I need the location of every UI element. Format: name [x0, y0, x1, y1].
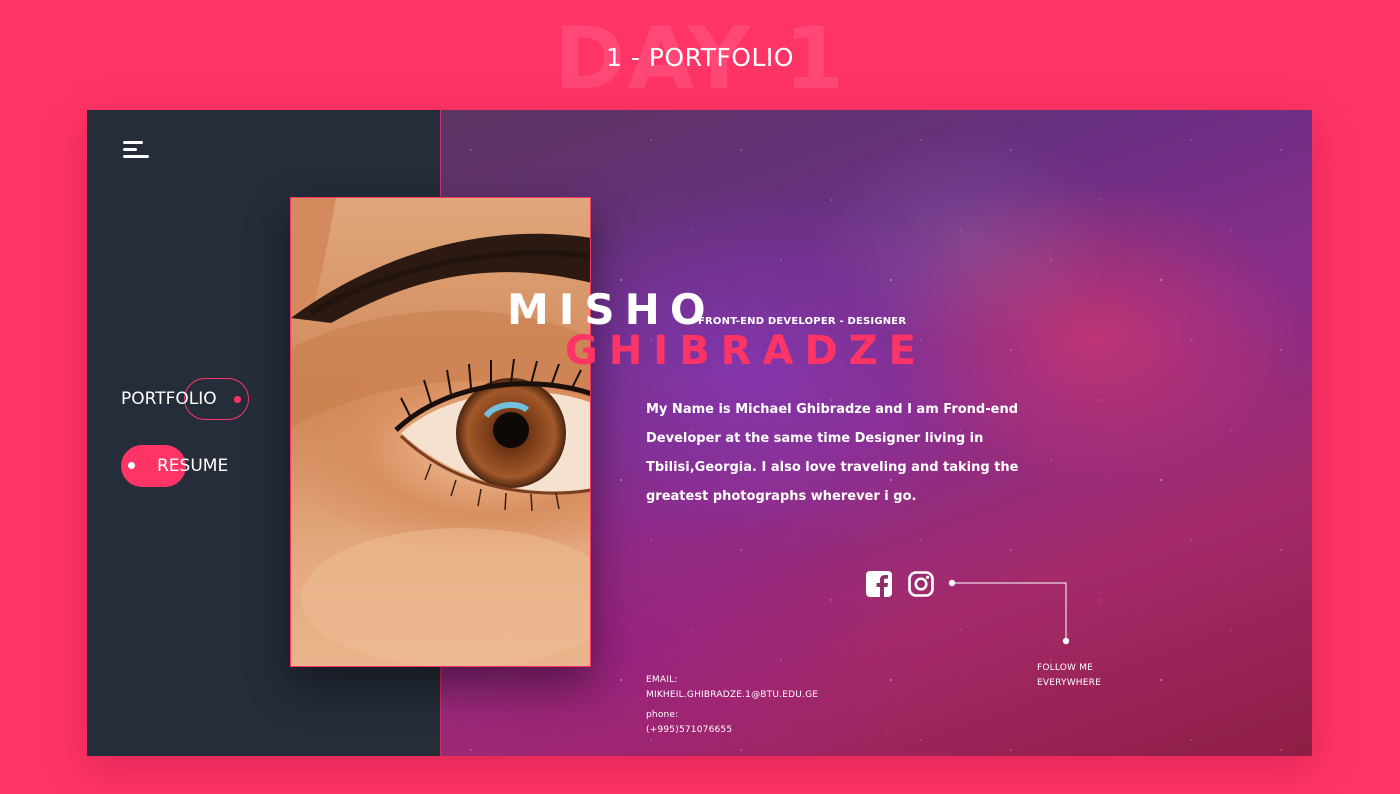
phone-value[interactable]: (+995)571076655: [646, 723, 818, 738]
hamburger-menu-icon[interactable]: [123, 141, 149, 159]
follow-caption-line1: FOLLOW ME: [1037, 663, 1094, 673]
nav-portfolio-link[interactable]: PORTFOLIO: [121, 388, 217, 410]
page: DAY 1 1 - PORTFOLIO PORTFOLIO RESUME MIS…: [0, 0, 1400, 794]
nav-resume-dot: [128, 462, 135, 469]
email-label: EMAIL:: [646, 675, 678, 685]
follow-caption-line2: EVERYWHERE: [1037, 678, 1101, 688]
phone-label: phone:: [646, 710, 679, 720]
follow-caption: FOLLOW ME EVERYWHERE: [1037, 661, 1101, 691]
page-title: 1 - PORTFOLIO: [606, 43, 794, 72]
role-title: FRONT-END DEVELOPER - DESIGNER: [698, 316, 907, 327]
last-name: GHIBRADZE: [565, 328, 927, 374]
nav-resume-link[interactable]: RESUME: [157, 455, 228, 477]
nav-portfolio-dot: [234, 396, 241, 403]
eye-illustration: [291, 198, 590, 666]
bio-text: My Name is Michael Ghibradze and I am Fr…: [646, 402, 1019, 504]
first-name: MISHO: [507, 285, 716, 334]
eye-photo: [290, 197, 591, 667]
facebook-icon[interactable]: [866, 571, 892, 597]
instagram-icon[interactable]: [908, 571, 934, 597]
portfolio-frame: PORTFOLIO RESUME MISHO FRONT-END DEVELOP…: [87, 110, 1312, 756]
follow-connector-line: [948, 579, 1070, 645]
contact-info: EMAIL: MIKHEIL.GHIBRADZE.1@BTU.EDU.GE ph…: [646, 673, 818, 738]
email-value[interactable]: MIKHEIL.GHIBRADZE.1@BTU.EDU.GE: [646, 688, 818, 703]
